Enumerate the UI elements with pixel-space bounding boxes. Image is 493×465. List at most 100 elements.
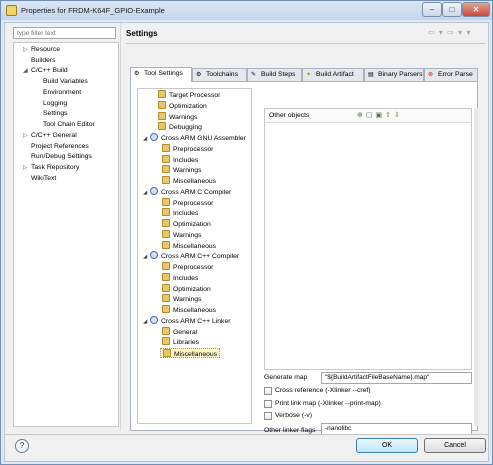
tree-item-asm-includes[interactable]: Includes (162, 155, 198, 165)
tree-item-optimization[interactable]: Optimization (158, 101, 207, 111)
tree-label: Warnings (173, 296, 202, 303)
filter-input[interactable] (13, 27, 116, 39)
tree-item-c-warnings[interactable]: Warnings (162, 230, 201, 240)
folder-icon (162, 262, 170, 270)
nav-label: Task Repository (31, 164, 80, 171)
collapse-icon[interactable]: ◢ (143, 188, 150, 198)
tree-item-linker-libraries[interactable]: Libraries (162, 337, 199, 347)
nav-item-environment[interactable]: Environment (43, 88, 81, 98)
nav-item-cpp-general[interactable]: ▷ C/C++ General (23, 131, 77, 141)
tab-label: Tool Settings (144, 70, 183, 77)
other-objects-list[interactable]: Other objects ⊕▢▣⇧⇩ (264, 108, 472, 370)
tab-build-artifact[interactable]: ✦ Build Artifact (302, 68, 364, 81)
nav-item-cpp-build[interactable]: ◢ C/C++ Build (23, 66, 68, 76)
collapse-icon[interactable]: ◢ (143, 317, 150, 327)
cross-reference-checkbox[interactable] (264, 387, 272, 395)
dialog-client: ▷Resource Builders ◢C/C++ Build Build Va… (4, 22, 489, 462)
collapse-icon[interactable]: ◢ (143, 134, 150, 144)
tool-icon (150, 251, 158, 259)
tree-item-asm[interactable]: ◢ Cross ARM GNU Assembler (143, 133, 246, 143)
nav-item-settings[interactable]: Settings (43, 109, 68, 119)
tree-item-cpp-misc[interactable]: Miscellaneous (162, 305, 216, 315)
tree-item-c-preprocessor[interactable]: Preprocessor (162, 198, 213, 208)
tab-tool-settings[interactable]: ⚙ Tool Settings (130, 67, 192, 82)
tool-icon (150, 316, 158, 324)
nav-item-logging[interactable]: Logging (43, 99, 67, 109)
verbose-checkbox[interactable] (264, 412, 272, 420)
collapse-icon[interactable]: ◢ (23, 66, 28, 76)
tree-item-asm-preprocessor[interactable]: Preprocessor (162, 144, 213, 154)
tree-label: Preprocessor (173, 264, 214, 271)
tree-label: Optimization (173, 221, 211, 228)
folder-icon (162, 155, 170, 163)
collapse-icon[interactable]: ◢ (143, 252, 150, 262)
other-objects-header: Other objects ⊕▢▣⇧⇩ (265, 109, 471, 123)
print-link-map-checkbox[interactable] (264, 400, 272, 408)
tree-item-cpp-warnings[interactable]: Warnings (162, 294, 201, 304)
tree-label: Optimization (173, 286, 211, 293)
verbose-label: Verbose (-v) (275, 412, 313, 419)
tree-label: Includes (173, 275, 199, 282)
tree-label: Warnings (173, 232, 202, 239)
tree-label: Miscellaneous (173, 178, 217, 185)
header-divider (126, 43, 486, 44)
footer-divider (5, 434, 488, 435)
artifact-icon: ✦ (306, 72, 312, 78)
tree-item-c-optimization[interactable]: Optimization (162, 219, 211, 229)
cancel-button[interactable]: Cancel (424, 438, 486, 453)
tree-item-asm-misc[interactable]: Miscellaneous (162, 176, 216, 186)
nav-item-build-variables[interactable]: Build Variables (43, 77, 88, 87)
tree-item-cpp-compiler[interactable]: ◢ Cross ARM C++ Compiler (143, 251, 239, 261)
tree-item-warnings[interactable]: Warnings (158, 112, 197, 122)
nav-item-run-debug-settings[interactable]: Run/Debug Settings (31, 152, 92, 162)
folder-icon (163, 349, 171, 357)
tree-label: General (173, 329, 198, 336)
tab-toolchains[interactable]: ⚙ Toolchains (192, 68, 247, 81)
tree-label: Optimization (169, 103, 207, 110)
tree-item-linker[interactable]: ◢ Cross ARM C++ Linker (143, 316, 231, 326)
history-nav-icons[interactable]: ⇦ ▾ ⇨ ▾ ▾ (428, 28, 471, 37)
tree-item-linker-misc[interactable]: Miscellaneous (160, 348, 221, 358)
tree-item-cpp-optimization[interactable]: Optimization (162, 284, 211, 294)
expand-icon[interactable]: ▷ (23, 163, 28, 173)
nav-item-project-references[interactable]: Project References (31, 142, 89, 152)
generate-map-label: Generate map (264, 374, 308, 381)
tool-icon (150, 133, 158, 141)
tab-error-parsers[interactable]: ⊗ Error Parse (424, 68, 478, 81)
expand-icon[interactable]: ▷ (23, 131, 28, 141)
tree-item-cpp-includes[interactable]: Includes (162, 273, 198, 283)
tool-settings-icon: ⚙ (134, 71, 140, 77)
tree-item-debugging[interactable]: Debugging (158, 122, 202, 132)
tree-item-c-misc[interactable]: Miscellaneous (162, 241, 216, 251)
tree-item-linker-general[interactable]: General (162, 327, 197, 337)
tree-label: Preprocessor (173, 200, 214, 207)
folder-icon (162, 219, 170, 227)
nav-item-wikitext[interactable]: WikiText (31, 174, 56, 184)
tree-item-c-compiler[interactable]: ◢ Cross ARM C Compiler (143, 187, 231, 197)
nav-item-builders[interactable]: Builders (31, 56, 56, 66)
tree-item-c-includes[interactable]: Includes (162, 208, 198, 218)
tab-build-steps[interactable]: ✎ Build Steps (247, 68, 302, 81)
folder-icon (162, 305, 170, 313)
tab-label: Binary Parsers (378, 71, 423, 78)
ok-button[interactable]: OK (356, 438, 418, 453)
nav-item-task-repository[interactable]: ▷ Task Repository (23, 163, 80, 173)
nav-label: Resource (31, 46, 61, 53)
nav-item-resource[interactable]: ▷ Resource (23, 45, 61, 55)
tree-label: Miscellaneous (173, 243, 217, 250)
minimize-button[interactable]: – (422, 2, 442, 17)
tree-item-cpp-preprocessor[interactable]: Preprocessor (162, 262, 213, 272)
generate-map-field[interactable]: "${BuildArtifactFileBaseName}.map" (321, 372, 472, 384)
expand-icon[interactable]: ▷ (23, 45, 28, 55)
list-toolbar-icons[interactable]: ⊕▢▣⇧⇩ (357, 111, 403, 119)
tab-binary-parsers[interactable]: ▤ Binary Parsers (364, 68, 424, 81)
maximize-button[interactable]: □ (442, 2, 462, 17)
tree-item-asm-warnings[interactable]: Warnings (162, 165, 201, 175)
nav-item-tool-chain-editor[interactable]: Tool Chain Editor (43, 120, 95, 130)
panel-scrollbar[interactable] (474, 108, 478, 426)
help-button[interactable]: ? (15, 439, 29, 453)
toolchains-icon: ⚙ (196, 72, 202, 78)
close-button[interactable]: ✕ (462, 2, 490, 17)
splitter[interactable] (120, 23, 121, 431)
tree-item-target-processor[interactable]: Target Processor (158, 90, 220, 100)
